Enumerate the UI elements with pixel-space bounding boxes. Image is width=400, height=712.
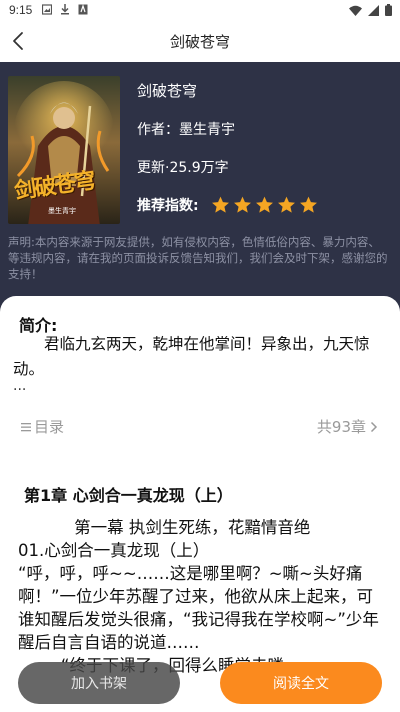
chapter-title: 第1章 心剑合一真龙现（上） — [24, 486, 233, 505]
chapter-paragraph: 第一幕 执剑生死练，花黯情音绝 — [74, 518, 311, 537]
chevron-right-icon — [370, 421, 378, 432]
read-all-button[interactable]: 阅读全文 — [220, 662, 382, 704]
chapter-count: 共93章 — [316, 418, 366, 436]
author-name[interactable]: 墨生青宇 — [179, 122, 235, 138]
rating-stars — [211, 196, 318, 214]
toc-button[interactable]: 目录 — [20, 416, 64, 437]
chapter-paragraph: 01.心剑合一真龙现（上） — [18, 541, 210, 560]
status-time: 9:15 — [9, 3, 33, 17]
list-icon — [21, 422, 31, 431]
update-label: 更新· — [137, 160, 170, 176]
chapter-paragraph: “呼，呼，呼~~……这是哪里啊？~嘶~头好痛啊！”一位少年苏醒了过来，他欲从床上… — [18, 564, 379, 652]
disclaimer-text: 声明:本内容来源于网友提供，如有侵权内容，色情低俗内容、暴力内容、等违规内容，请… — [8, 235, 388, 281]
toc-row: 目录 共93章 — [0, 414, 400, 440]
book-name: 剑破苍穹 — [137, 82, 198, 100]
toc-label: 目录 — [34, 418, 65, 436]
nav-bar: 剑破苍穹 — [0, 20, 400, 62]
page-title: 剑破苍穹 — [169, 33, 230, 51]
signal-icon — [368, 4, 379, 16]
word-count: 25.9万字 — [169, 160, 229, 176]
chapter-count-link[interactable]: 共93章 — [317, 416, 378, 437]
star-icon — [299, 196, 317, 213]
intro-text: 君临九玄两天，乾坤在他掌间！异象出，九天惊动。 — [13, 335, 370, 378]
intro-ellipsis[interactable]: ... — [13, 378, 26, 394]
rating-label: 推荐指数: — [137, 198, 199, 214]
star-icon — [255, 196, 273, 213]
image-notification-icon — [41, 4, 53, 15]
author-row: 作者：墨生青宇 — [137, 119, 318, 139]
star-icon — [211, 196, 229, 213]
chapter-preview: 第一幕 执剑生死练，花黯情音绝 01.心剑合一真龙现（上） “呼，呼，呼~~……… — [18, 516, 386, 677]
system-icons — [349, 4, 392, 16]
author-label: 作者： — [137, 122, 179, 138]
book-info: 剑破苍穹 作者：墨生青宇 更新·25.9万字 推荐指数: — [137, 80, 318, 215]
wifi-icon — [349, 5, 362, 16]
status-bar: 9:15 — [0, 0, 400, 20]
book-cover[interactable]: 剑破苍穹 墨生青宇 — [8, 76, 120, 224]
battery-icon — [385, 4, 392, 16]
notification-icons — [41, 4, 88, 15]
cover-author: 墨生青宇 — [48, 207, 76, 215]
star-icon — [277, 196, 295, 213]
content-sheet: 简介: 君临九玄两天，乾坤在他掌间！异象出，九天惊动。 ... 目录 共93章 … — [0, 296, 400, 712]
update-row: 更新·25.9万字 — [137, 157, 318, 177]
add-to-shelf-button[interactable]: 加入书架 — [18, 662, 180, 704]
download-icon — [60, 4, 70, 15]
rating-row: 推荐指数: — [137, 195, 318, 215]
book-header: 剑破苍穹 墨生青宇 剑破苍穹 作者：墨生青宇 更新·25.9万字 推荐指数: 声… — [0, 62, 400, 312]
app-notification-icon — [78, 4, 88, 15]
star-icon — [233, 196, 251, 213]
